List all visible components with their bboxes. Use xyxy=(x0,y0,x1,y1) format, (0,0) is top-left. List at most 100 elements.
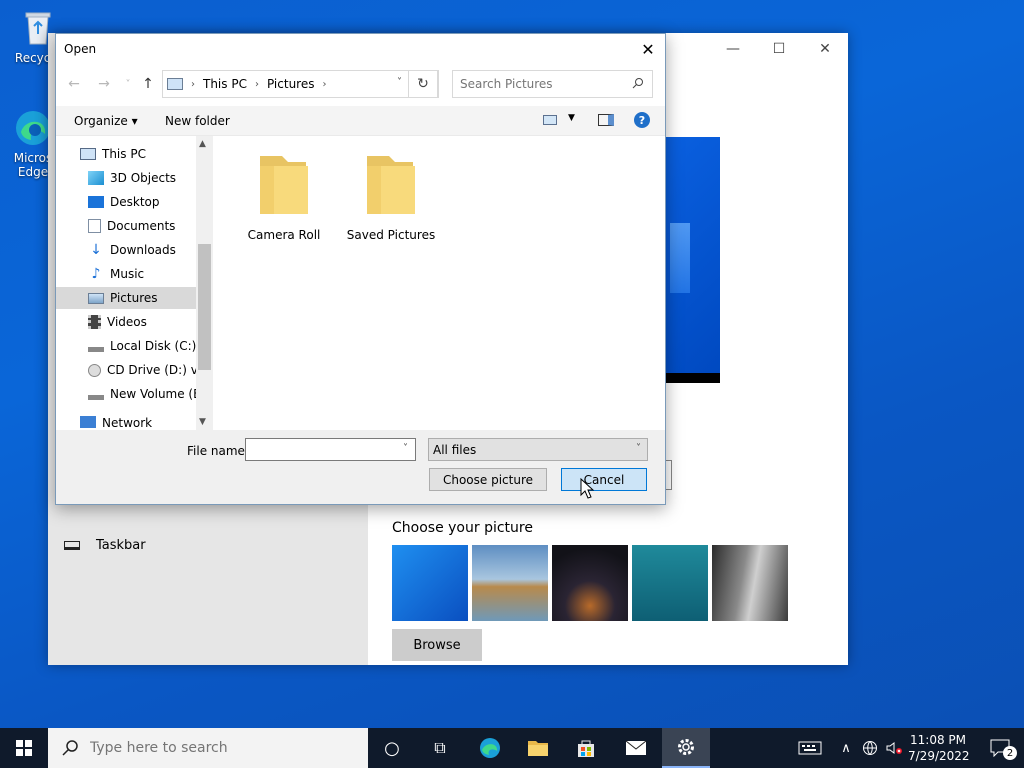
minimize-button[interactable]: — xyxy=(710,33,756,65)
breadcrumb-separator: › xyxy=(322,78,327,90)
nav-item-this-pc[interactable]: This PC xyxy=(56,143,196,165)
cortana-icon[interactable]: ○ xyxy=(368,728,416,768)
search-icon xyxy=(62,740,78,756)
address-dropdown-icon[interactable]: ˅ xyxy=(397,77,402,88)
new-folder-button[interactable]: New folder xyxy=(165,114,230,128)
file-name-dropdown-icon[interactable]: ˅ xyxy=(403,443,408,454)
search-icon xyxy=(632,77,644,92)
edge-icon xyxy=(13,108,53,148)
preview-pane-icon[interactable] xyxy=(598,114,614,126)
navigation-pane: This PC 3D Objects Desktop Documents ↓ D… xyxy=(56,136,214,430)
network-icon[interactable] xyxy=(858,728,882,768)
nav-item-local-disk[interactable]: Local Disk (C:) xyxy=(56,335,196,357)
start-button[interactable] xyxy=(0,728,48,768)
pc-icon xyxy=(80,148,96,160)
nav-item-label: Desktop xyxy=(110,195,160,209)
cancel-button[interactable]: Cancel xyxy=(561,468,647,491)
folder-saved-pictures[interactable]: Saved Pictures xyxy=(341,136,441,242)
nav-item-label: Videos xyxy=(107,315,147,329)
nav-item-network[interactable]: Network xyxy=(56,416,196,430)
music-icon: ♪ xyxy=(91,266,101,282)
system-clock[interactable]: 11:08 PM 7/29/2022 xyxy=(908,732,970,764)
browse-button[interactable]: Browse xyxy=(392,629,482,661)
view-dropdown-icon[interactable]: ▼ xyxy=(568,113,575,123)
chevron-down-icon: ˅ xyxy=(636,443,641,454)
taskbar-search-input[interactable] xyxy=(90,740,350,756)
file-explorer-taskbar-icon[interactable] xyxy=(514,728,562,768)
forward-arrow-icon[interactable]: → xyxy=(94,74,114,94)
thumbnail-windows[interactable] xyxy=(392,545,468,621)
search-box[interactable] xyxy=(452,70,653,98)
windows-logo-icon xyxy=(16,740,32,756)
store-icon xyxy=(578,740,594,757)
search-input[interactable] xyxy=(453,71,652,97)
pc-icon xyxy=(167,78,183,90)
folder-label: Saved Pictures xyxy=(346,228,436,242)
mail-taskbar-icon[interactable] xyxy=(612,728,660,768)
gear-icon xyxy=(678,739,694,755)
nav-item-label: Network xyxy=(102,416,153,430)
taskbar-settings-icon xyxy=(64,541,80,550)
nav-item-label: This PC xyxy=(102,147,146,161)
nav-item-downloads[interactable]: ↓ Downloads xyxy=(56,239,196,261)
notifications-button[interactable]: 2 xyxy=(976,728,1024,768)
scroll-up-icon[interactable]: ▲ xyxy=(199,139,206,149)
file-type-select[interactable]: All files ˅ xyxy=(428,438,648,461)
scrollbar-thumb[interactable] xyxy=(198,244,211,370)
file-name-label: File name: xyxy=(187,444,249,458)
back-arrow-icon[interactable]: ← xyxy=(64,74,84,94)
close-button[interactable]: ✕ xyxy=(802,33,848,65)
desktop-icon xyxy=(88,196,104,208)
address-bar[interactable]: › This PC › Pictures › ˅ xyxy=(162,70,439,98)
help-icon[interactable]: ? xyxy=(634,112,650,128)
navigation-scrollbar[interactable]: ▲ ▼ xyxy=(196,136,213,430)
nav-item-taskbar[interactable]: Taskbar xyxy=(64,538,146,553)
edge-taskbar-icon[interactable] xyxy=(466,728,514,768)
videos-icon xyxy=(88,315,101,329)
thumbnail-beach[interactable] xyxy=(472,545,548,621)
network-icon xyxy=(80,416,96,428)
keyboard-icon[interactable] xyxy=(786,728,834,768)
thumbnail-night-sky[interactable] xyxy=(552,545,628,621)
mail-icon xyxy=(625,740,647,755)
nav-item-new-volume[interactable]: New Volume (E:) xyxy=(56,383,196,405)
nav-item-videos[interactable]: Videos xyxy=(56,311,196,333)
navigation-bar: ← → ˅ ↑ › This PC › Pictures › ˅ ↻ xyxy=(56,68,665,100)
settings-taskbar-icon[interactable] xyxy=(662,728,710,768)
windows-logo-icon xyxy=(670,223,690,293)
store-taskbar-icon[interactable] xyxy=(562,728,610,768)
3d-objects-icon xyxy=(88,171,104,185)
taskbar-search[interactable] xyxy=(48,728,368,768)
nav-item-music[interactable]: ♪ Music xyxy=(56,263,196,285)
nav-item-label: Documents xyxy=(107,219,176,233)
thumbnail-underwater[interactable] xyxy=(632,545,708,621)
nav-item-desktop[interactable]: Desktop xyxy=(56,191,196,213)
recent-locations-icon[interactable]: ˅ xyxy=(118,74,138,94)
nav-item-cd-drive[interactable]: CD Drive (D:) vir xyxy=(56,359,196,381)
show-hidden-icons-icon[interactable]: ∧ xyxy=(836,728,856,768)
nav-item-label: Pictures xyxy=(110,291,158,305)
refresh-button[interactable]: ↻ xyxy=(408,70,438,98)
up-arrow-icon[interactable]: ↑ xyxy=(138,74,158,94)
nav-item-pictures[interactable]: Pictures xyxy=(56,287,196,309)
dialog-close-button[interactable]: ✕ xyxy=(631,34,665,64)
choose-picture-button[interactable]: Choose picture xyxy=(429,468,547,491)
breadcrumb-this-pc[interactable]: This PC xyxy=(203,77,247,91)
breadcrumb-pictures[interactable]: Pictures xyxy=(267,77,315,91)
maximize-button[interactable]: ☐ xyxy=(756,33,802,65)
nav-item-documents[interactable]: Documents xyxy=(56,215,196,237)
file-name-input[interactable] xyxy=(245,438,416,461)
nav-item-3d-objects[interactable]: 3D Objects xyxy=(56,167,196,189)
change-view-icon[interactable] xyxy=(543,115,557,125)
volume-muted-icon[interactable] xyxy=(882,728,906,768)
local-disk-icon xyxy=(88,340,104,352)
taskbar: ○ ⧉ ∧ 11:08 PM 7/29/2022 2 xyxy=(0,728,1024,768)
scroll-down-icon[interactable]: ▼ xyxy=(199,417,206,427)
organize-button[interactable]: Organize ▾ xyxy=(74,114,138,128)
folder-label: Camera Roll xyxy=(247,228,321,242)
thumbnail-waterfall[interactable] xyxy=(712,545,788,621)
nav-item-label: 3D Objects xyxy=(110,171,177,185)
task-view-icon[interactable]: ⧉ xyxy=(416,728,464,768)
nav-item-label: CD Drive (D:) vir xyxy=(107,363,196,377)
folder-camera-roll[interactable]: Camera Roll xyxy=(234,136,334,242)
